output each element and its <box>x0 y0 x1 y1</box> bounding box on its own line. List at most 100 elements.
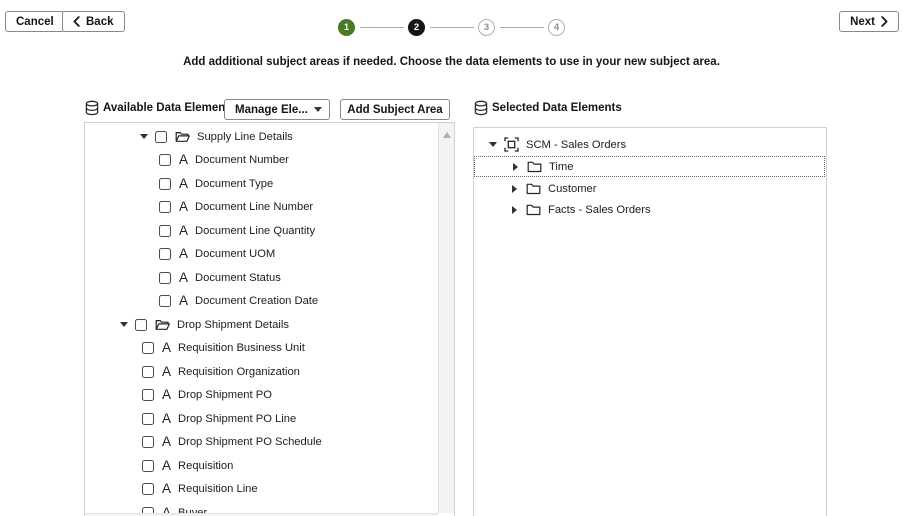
add-subject-area-button[interactable]: Add Subject Area <box>340 99 450 120</box>
wizard-instruction-text: Add additional subject areas if needed. … <box>0 56 903 68</box>
tree-item[interactable]: SCM - Sales Orders <box>474 134 825 155</box>
text-attribute-glyph: A <box>162 436 171 448</box>
wizard-step-indicator: 1234 <box>338 19 565 36</box>
checkbox[interactable] <box>142 460 154 472</box>
step-connector <box>430 27 474 29</box>
tree-item-label: Facts - Sales Orders <box>548 204 651 216</box>
checkbox[interactable] <box>142 342 154 354</box>
subject-area-icon <box>504 137 519 152</box>
tree-item-label: Document Line Number <box>195 201 313 213</box>
tree-item[interactable]: ARequisition <box>85 454 437 478</box>
text-attribute-icon: A <box>179 225 188 237</box>
tree-item-label: Requisition <box>178 460 233 472</box>
tree-item-label: Drop Shipment PO Line <box>178 413 296 425</box>
text-attribute-icon: A <box>162 483 171 495</box>
vertical-scrollbar[interactable] <box>438 123 454 513</box>
tree-item[interactable]: A Drop Shipment PO Schedule <box>85 431 437 455</box>
tree-item[interactable]: Customer <box>474 178 825 199</box>
checkbox[interactable] <box>159 225 171 237</box>
tree-item[interactable]: ADocument Type <box>85 172 437 196</box>
tree-item-label: Document UOM <box>195 248 275 260</box>
tree-item[interactable]: A Requisition Business Unit <box>85 337 437 361</box>
text-attribute-glyph: A <box>179 154 188 166</box>
tree-item-label: Requisition Business Unit <box>178 342 305 354</box>
text-attribute-glyph: A <box>179 272 188 284</box>
back-button-label: Back <box>86 16 114 28</box>
step-connector <box>500 27 544 29</box>
step-1-indicator: 1 <box>338 19 355 36</box>
caret-down-icon[interactable] <box>139 134 148 139</box>
tree-item[interactable]: ADocument Line Quantity <box>85 219 437 243</box>
text-attribute-glyph: A <box>162 389 171 401</box>
tree-item-drop-target[interactable]: Time <box>474 156 825 177</box>
folder-icon <box>526 203 541 216</box>
tree-item-label: Drop Shipment PO Schedule <box>178 436 322 448</box>
text-attribute-glyph: A <box>179 225 188 237</box>
text-attribute-icon: A <box>179 272 188 284</box>
tree-item[interactable]: ARequisition Organization <box>85 360 437 384</box>
tree-item-label: Drop Shipment PO <box>178 389 272 401</box>
chevron-left-icon <box>73 16 80 27</box>
caret-right-icon[interactable] <box>511 163 520 171</box>
step-4-indicator: 4 <box>548 19 565 36</box>
chevron-right-icon <box>881 16 888 27</box>
checkbox[interactable] <box>159 295 171 307</box>
text-attribute-icon: A <box>162 342 171 354</box>
step-2-indicator: 2 <box>408 19 425 36</box>
checkbox[interactable] <box>159 154 171 166</box>
cancel-button[interactable]: Cancel <box>5 11 65 32</box>
tree-item[interactable]: A Document UOM <box>85 243 437 267</box>
checkbox[interactable] <box>155 131 167 143</box>
checkbox[interactable] <box>142 483 154 495</box>
tree-item[interactable]: A Document Line Number <box>85 196 437 220</box>
database-icon <box>473 100 489 121</box>
tree-item-label: SCM - Sales Orders <box>526 139 626 151</box>
tree-item[interactable]: A Document Status <box>85 266 437 290</box>
text-attribute-icon: A <box>179 201 188 213</box>
manage-elements-dropdown-button[interactable]: Manage Ele... <box>224 99 330 120</box>
tree-item-label: Customer <box>548 183 597 195</box>
caret-right-icon[interactable] <box>510 206 519 214</box>
subject-area-wizard: Cancel Back Next 1234 Add additional sub… <box>0 0 903 516</box>
text-attribute-icon: A <box>179 248 188 260</box>
dropdown-arrow-icon <box>314 107 322 112</box>
checkbox[interactable] <box>135 319 147 331</box>
checkbox[interactable] <box>159 272 171 284</box>
checkbox[interactable] <box>159 201 171 213</box>
next-button[interactable]: Next <box>839 11 899 32</box>
text-attribute-glyph: A <box>162 413 171 425</box>
checkbox[interactable] <box>142 366 154 378</box>
tree-item[interactable]: Facts - Sales Orders <box>474 199 825 220</box>
tree-item[interactable]: A Document Number <box>85 149 437 173</box>
text-attribute-icon: A <box>179 295 188 307</box>
tree-item[interactable]: ADocument Creation Date <box>85 290 437 314</box>
available-elements-tree: Supply Line DetailsADocument NumberADocu… <box>85 123 437 516</box>
caret-down-icon[interactable] <box>119 322 128 327</box>
text-attribute-glyph: A <box>179 295 188 307</box>
text-attribute-icon: A <box>179 178 188 190</box>
checkbox[interactable] <box>159 248 171 260</box>
text-attribute-glyph: A <box>179 201 188 213</box>
selected-data-elements-panel: Selected Data Elements SCM - Sales Order… <box>473 99 827 516</box>
checkbox[interactable] <box>142 413 154 425</box>
checkbox[interactable] <box>142 436 154 448</box>
tree-item-label: Document Number <box>195 154 289 166</box>
tree-item[interactable]: A Requisition Line <box>85 478 437 502</box>
tree-item[interactable]: Supply Line Details <box>85 125 437 149</box>
tree-item[interactable]: Drop Shipment Details <box>85 313 437 337</box>
checkbox[interactable] <box>159 178 171 190</box>
tree-item[interactable]: A Drop Shipment PO Line <box>85 407 437 431</box>
text-attribute-glyph: A <box>162 366 171 378</box>
caret-down-icon[interactable] <box>488 142 497 147</box>
cancel-button-label: Cancel <box>16 16 54 28</box>
tree-item[interactable]: A Drop Shipment PO <box>85 384 437 408</box>
selected-elements-tree-box: SCM - Sales Orders Time Customer Facts - Sa… <box>473 127 827 516</box>
checkbox[interactable] <box>142 389 154 401</box>
scroll-up-arrow-icon[interactable] <box>443 132 451 138</box>
tree-item-label: Document Status <box>195 272 281 284</box>
text-attribute-icon: A <box>162 366 171 378</box>
manage-elements-label: Manage Ele... <box>235 104 308 116</box>
caret-right-icon[interactable] <box>510 185 519 193</box>
tree-item-label: Requisition Line <box>178 483 258 495</box>
back-button[interactable]: Back <box>62 11 125 32</box>
